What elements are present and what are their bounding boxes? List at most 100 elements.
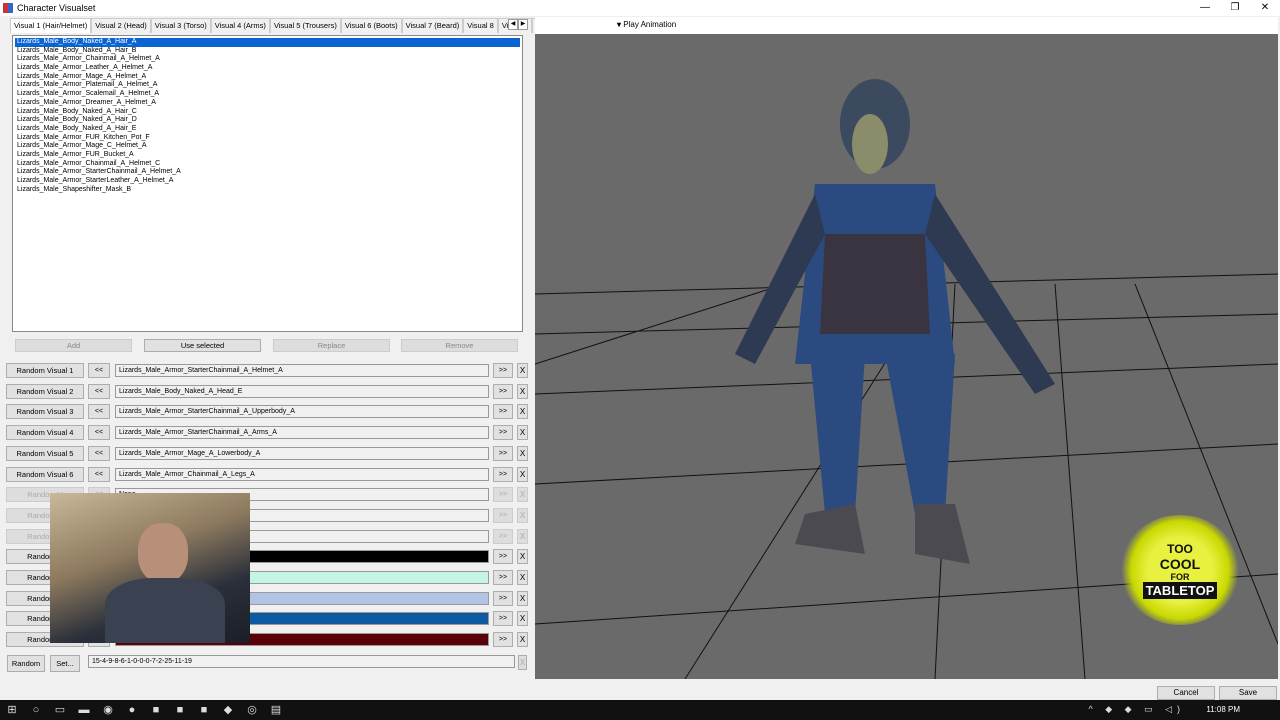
clear-button[interactable]: X bbox=[517, 570, 528, 585]
maximize-button[interactable]: ❐ bbox=[1220, 0, 1250, 16]
list-item[interactable]: Lizards_Male_Armor_Mage_C_Helmet_A bbox=[15, 142, 520, 151]
random-visual-button[interactable]: Random Visual 5 bbox=[6, 445, 84, 461]
tab-scroll-left-button[interactable]: ◀ bbox=[508, 19, 518, 30]
clock[interactable]: 11:08 PM bbox=[1206, 705, 1240, 714]
list-item[interactable]: Lizards_Male_Armor_Leather_A_Helmet_A bbox=[15, 64, 520, 73]
chrome-icon[interactable]: ◉ bbox=[100, 702, 116, 718]
next-button[interactable]: >> bbox=[493, 363, 513, 378]
task-view-icon[interactable]: ▭ bbox=[52, 702, 68, 718]
random-button[interactable]: Random bbox=[7, 655, 45, 672]
spotify-icon[interactable]: ● bbox=[124, 702, 140, 718]
list-item[interactable]: Lizards_Male_Body_Naked_A_Hair_E bbox=[15, 125, 520, 134]
cancel-button[interactable]: Cancel bbox=[1157, 686, 1215, 700]
tab-visual-2[interactable]: Visual 2 (Head) bbox=[91, 18, 151, 33]
list-item[interactable]: Lizards_Male_Armor_Mage_A_Helmet_A bbox=[15, 73, 520, 82]
visual-listbox[interactable]: Lizards_Male_Body_Naked_A_Hair_A Lizards_… bbox=[12, 35, 523, 332]
next-button[interactable]: >> bbox=[493, 383, 513, 399]
next-button[interactable]: >> bbox=[493, 445, 513, 461]
seed-field[interactable]: 15-4-9-8-6-1-0-0-0-7-2-25-11-19 bbox=[88, 655, 515, 668]
list-item[interactable]: Lizards_Male_Armor_Chainmail_A_Helmet_C bbox=[15, 160, 520, 169]
app-icon[interactable]: ■ bbox=[196, 702, 212, 718]
minimize-button[interactable]: — bbox=[1190, 0, 1220, 16]
previous-button[interactable]: << bbox=[88, 383, 110, 399]
previous-button[interactable]: << bbox=[88, 363, 110, 378]
set-button[interactable]: Set... bbox=[50, 655, 80, 672]
clear-button[interactable]: X bbox=[517, 611, 528, 627]
previous-button[interactable]: << bbox=[88, 466, 110, 482]
tab-visual-6[interactable]: Visual 6 (Boots) bbox=[340, 18, 402, 33]
clear-button[interactable]: X bbox=[517, 383, 528, 399]
list-item[interactable]: Lizards_Male_Body_Naked_A_Hair_D bbox=[15, 116, 520, 125]
previous-button[interactable]: << bbox=[88, 425, 110, 441]
tab-visual-3[interactable]: Visual 3 (Torso) bbox=[150, 18, 211, 33]
file-explorer-icon[interactable]: ▬ bbox=[76, 702, 92, 718]
random-visual-button[interactable]: Random Visual 3 bbox=[6, 404, 84, 420]
next-button[interactable]: >> bbox=[493, 466, 513, 482]
next-button[interactable]: >> bbox=[493, 570, 513, 585]
visualset-app-icon[interactable]: ▤ bbox=[268, 702, 284, 718]
visual-value-field[interactable]: Lizards_Male_Body_Naked_A_Head_E bbox=[115, 384, 489, 398]
use-selected-button[interactable]: Use selected bbox=[144, 339, 261, 352]
next-button[interactable]: >> bbox=[493, 590, 513, 606]
tab-visual-8[interactable]: Visual 8 bbox=[463, 18, 498, 33]
next-button[interactable]: >> bbox=[493, 487, 513, 503]
tab-visual-5[interactable]: Visual 5 (Trousers) bbox=[269, 18, 341, 33]
next-button[interactable]: >> bbox=[493, 507, 513, 523]
clear-button[interactable]: X bbox=[517, 590, 528, 606]
visual-value-field[interactable]: Lizards_Male_Armor_StarterChainmail_A_He… bbox=[115, 364, 489, 377]
random-visual-button[interactable]: Random Visual 6 bbox=[6, 466, 84, 482]
next-button[interactable]: >> bbox=[493, 404, 513, 420]
tab-visual-4[interactable]: Visual 4 (Arms) bbox=[210, 18, 270, 33]
visual-value-field[interactable]: Lizards_Male_Armor_StarterChainmail_A_Ar… bbox=[115, 426, 489, 440]
list-item[interactable]: Lizards_Male_Shapeshifter_Mask_B bbox=[15, 186, 520, 195]
next-button[interactable]: >> bbox=[493, 549, 513, 565]
list-item[interactable]: Lizards_Male_Armor_Chainmail_A_Helmet_A bbox=[15, 55, 520, 64]
next-button[interactable]: >> bbox=[493, 425, 513, 441]
visual-value-field[interactable]: Lizards_Male_Armor_Mage_A_Lowerbody_A bbox=[115, 446, 489, 460]
list-item[interactable]: Lizards_Male_Body_Naked_A_Hair_B bbox=[15, 47, 520, 56]
list-item[interactable]: Lizards_Male_Armor_Scalemail_A_Helmet_A bbox=[15, 90, 520, 99]
random-visual-button[interactable]: Random Visual 2 bbox=[6, 383, 84, 399]
clear-button[interactable]: X bbox=[517, 507, 528, 523]
tab-visual-7[interactable]: Visual 7 (Beard) bbox=[401, 18, 464, 33]
obs-icon[interactable]: ◎ bbox=[244, 702, 260, 718]
system-tray[interactable]: ^ ◆ ◆ ▭ ◁) bbox=[1089, 704, 1186, 715]
tab-scroll-right-button[interactable]: ▶ bbox=[518, 19, 528, 30]
clear-button[interactable]: X bbox=[517, 445, 528, 461]
previous-button[interactable]: << bbox=[88, 445, 110, 461]
remove-button[interactable]: Remove bbox=[401, 339, 518, 352]
visual-value-field[interactable]: Lizards_Male_Armor_Chainmail_A_Legs_A bbox=[115, 467, 489, 481]
start-icon[interactable]: ⊞ bbox=[4, 702, 20, 718]
random-visual-button[interactable]: Random Visual 4 bbox=[6, 425, 84, 441]
steam-icon[interactable]: ◆ bbox=[220, 702, 236, 718]
save-button[interactable]: Save bbox=[1219, 686, 1277, 700]
list-item[interactable]: Lizards_Male_Armor_StarterLeather_A_Helm… bbox=[15, 177, 520, 186]
seed-clear-button[interactable]: X bbox=[518, 655, 527, 670]
visual-value-field[interactable]: Lizards_Male_Armor_StarterChainmail_A_Up… bbox=[115, 405, 489, 419]
next-button[interactable]: >> bbox=[493, 611, 513, 627]
clear-button[interactable]: X bbox=[517, 363, 528, 378]
add-button[interactable]: Add bbox=[15, 339, 132, 352]
list-item[interactable]: Lizards_Male_Armor_FUR_Kitchen_Pot_F bbox=[15, 134, 520, 143]
clear-button[interactable]: X bbox=[517, 487, 528, 503]
search-icon[interactable]: ○ bbox=[28, 702, 44, 718]
clear-button[interactable]: X bbox=[517, 466, 528, 482]
clear-button[interactable]: X bbox=[517, 528, 528, 544]
random-visual-button[interactable]: Random Visual 1 bbox=[6, 363, 84, 378]
clear-button[interactable]: X bbox=[517, 549, 528, 565]
close-button[interactable]: ✕ bbox=[1250, 0, 1280, 16]
list-item[interactable]: Lizards_Male_Armor_StarterChainmail_A_He… bbox=[15, 168, 520, 177]
clear-button[interactable]: X bbox=[517, 425, 528, 441]
list-item[interactable]: Lizards_Male_Body_Naked_A_Hair_A bbox=[15, 38, 520, 47]
tab-visual-1[interactable]: Visual 1 (Hair/Helmet) bbox=[10, 18, 92, 33]
next-button[interactable]: >> bbox=[493, 632, 513, 648]
previous-button[interactable]: << bbox=[88, 404, 110, 420]
next-button[interactable]: >> bbox=[493, 528, 513, 544]
app-icon[interactable]: ■ bbox=[148, 702, 164, 718]
clear-button[interactable]: X bbox=[517, 632, 528, 648]
list-item[interactable]: Lizards_Male_Body_Naked_A_Hair_C bbox=[15, 108, 520, 117]
list-item[interactable]: Lizards_Male_Armor_Platemail_A_Helmet_A bbox=[15, 81, 520, 90]
play-animation-toggle[interactable]: ▾ Play Animation bbox=[617, 20, 676, 29]
list-item[interactable]: Lizards_Male_Armor_FUR_Bucket_A bbox=[15, 151, 520, 160]
app-icon[interactable]: ■ bbox=[172, 702, 188, 718]
